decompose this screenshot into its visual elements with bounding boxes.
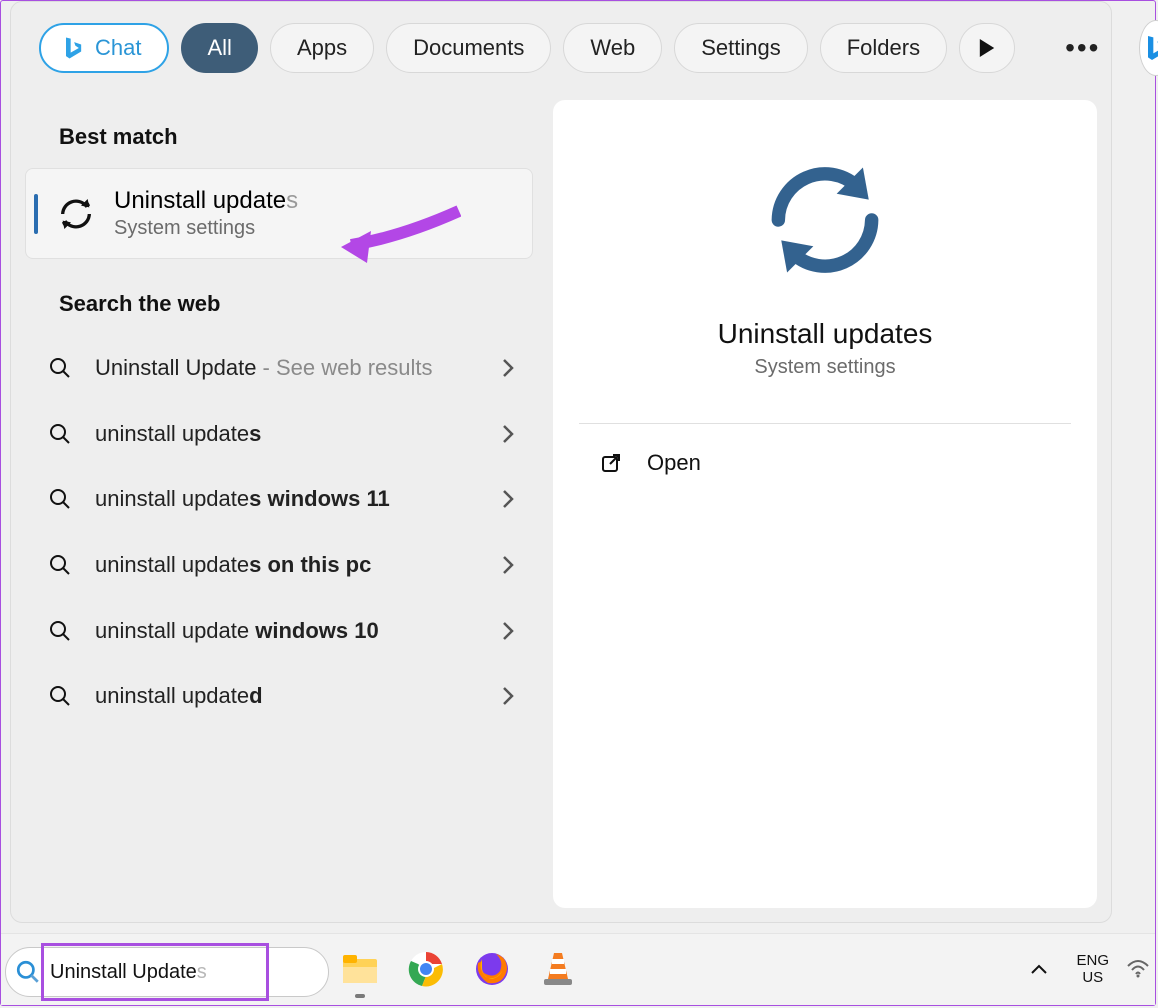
open-label: Open [647,450,701,476]
chevron-right-icon [501,555,525,575]
search-icon [15,959,41,985]
system-tray: ENG US [1020,933,1155,1005]
bing-icon [59,34,87,62]
web-result-item[interactable]: uninstall updates [25,401,533,467]
best-match-title: Uninstall updates [114,187,298,215]
chevron-right-icon [501,621,525,641]
web-result-text: uninstall updates on this pc [95,550,483,580]
search-icon [43,422,77,446]
chrome-icon[interactable] [407,950,445,988]
web-result-text: uninstall updates windows 11 [95,484,483,514]
settings-chip-label: Settings [701,35,781,61]
web-chip-label: Web [590,35,635,61]
web-result-item[interactable]: uninstall updated [25,663,533,729]
wifi-icon[interactable] [1127,960,1149,978]
chevron-up-icon [1030,963,1048,975]
web-result-text: uninstall update windows 10 [95,616,483,646]
filter-chips-row: Chat All Apps Documents Web Settings Fol… [11,2,1111,76]
web-result-item[interactable]: uninstall updates windows 11 [25,466,533,532]
window-frame: Chat All Apps Documents Web Settings Fol… [0,0,1156,1006]
sync-icon-large [553,150,1097,290]
web-result-item[interactable]: Uninstall Update - See web results [25,335,533,401]
folders-chip-label: Folders [847,35,920,61]
all-chip-label: All [207,35,231,61]
documents-chip[interactable]: Documents [386,23,551,73]
language-indicator[interactable]: ENG US [1076,952,1109,987]
bing-icon [1140,32,1158,64]
web-result-text: uninstall updates [95,419,483,449]
vlc-icon[interactable] [539,950,577,988]
search-icon [43,619,77,643]
result-preview-panel: Uninstall updates System settings Open [553,100,1097,908]
bing-button[interactable] [1139,20,1158,76]
selection-indicator [34,194,38,234]
annotation-highlight-box [41,943,269,1001]
overflow-menu-button[interactable]: ••• [1039,23,1126,73]
language-line1: ENG [1076,952,1109,969]
best-match-result[interactable]: Uninstall updates System settings [25,168,533,259]
taskbar: Uninstall Updates ENG [1,933,1155,1005]
play-icon [978,39,996,57]
all-chip[interactable]: All [181,23,257,73]
search-results-panel: Chat All Apps Documents Web Settings Fol… [10,1,1112,923]
sync-icon [56,194,96,234]
apps-chip-label: Apps [297,35,347,61]
web-result-item[interactable]: uninstall updates on this pc [25,532,533,598]
chevron-right-icon [501,686,525,706]
apps-chip[interactable]: Apps [270,23,374,73]
chat-chip-label: Chat [95,35,141,61]
web-chip[interactable]: Web [563,23,662,73]
chat-chip[interactable]: Chat [39,23,169,73]
file-explorer-icon[interactable] [341,950,379,988]
best-match-heading: Best match [25,100,533,168]
search-web-heading: Search the web [25,259,533,335]
chevron-right-icon [501,489,525,509]
settings-chip[interactable]: Settings [674,23,808,73]
ellipsis-icon: ••• [1065,32,1100,64]
preview-title: Uninstall updates [553,318,1097,350]
search-icon [43,684,77,708]
results-left-column: Best match Uninstall updates System sett… [25,100,533,908]
search-icon [43,356,77,380]
open-action[interactable]: Open [553,424,1097,502]
preview-subtitle: System settings [553,356,1097,379]
web-result-item[interactable]: uninstall update windows 10 [25,598,533,664]
more-filters-button[interactable] [959,23,1015,73]
web-results-list: Uninstall Update - See web results uninst… [25,335,533,729]
open-external-icon [599,451,623,475]
best-match-subtitle: System settings [114,217,298,240]
search-icon [43,553,77,577]
folders-chip[interactable]: Folders [820,23,947,73]
language-line2: US [1076,969,1109,986]
documents-chip-label: Documents [413,35,524,61]
chevron-right-icon [501,358,525,378]
taskbar-pinned-apps [341,933,577,1005]
chevron-right-icon [501,424,525,444]
web-result-text: Uninstall Update - See web results [95,353,483,383]
search-icon [43,487,77,511]
firefox-icon[interactable] [473,950,511,988]
tray-overflow-button[interactable] [1020,957,1058,981]
web-result-text: uninstall updated [95,681,483,711]
